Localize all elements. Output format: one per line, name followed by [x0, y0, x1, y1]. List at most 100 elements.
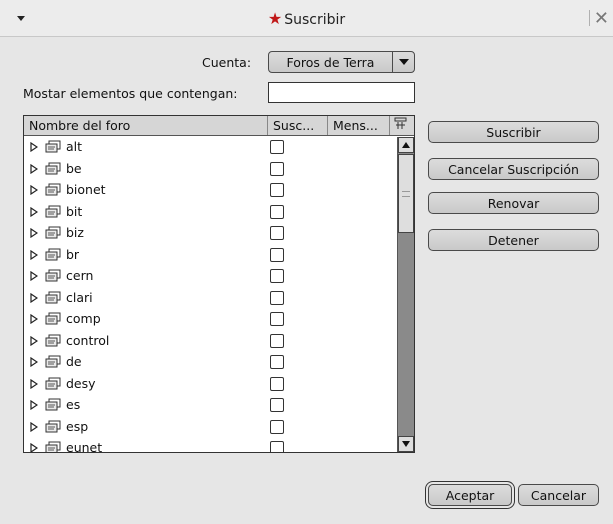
- table-row[interactable]: alt: [24, 137, 396, 159]
- accept-button[interactable]: Aceptar: [428, 484, 512, 506]
- table-row[interactable]: desy: [24, 374, 396, 396]
- triangle-right-icon[interactable]: [30, 292, 38, 303]
- table-row[interactable]: cern: [24, 266, 396, 288]
- triangle-right-icon[interactable]: [30, 142, 38, 152]
- newsgroup-icon: [45, 291, 61, 303]
- column-header-subscribed[interactable]: Susc...: [268, 116, 328, 135]
- subscribe-checkbox[interactable]: [270, 183, 284, 197]
- filter-input[interactable]: [268, 82, 415, 103]
- triangle-right-icon[interactable]: [30, 400, 38, 410]
- forum-name: cern: [66, 268, 94, 283]
- table-row[interactable]: control: [24, 331, 396, 353]
- forum-name: esp: [66, 418, 89, 434]
- newsgroup-icon: [45, 377, 61, 389]
- table-row[interactable]: es: [24, 395, 396, 417]
- subscribe-checkbox[interactable]: [270, 290, 284, 305]
- newsgroup-icon: [45, 226, 61, 239]
- forum-name: de: [66, 354, 82, 369]
- forum-name: es: [66, 397, 81, 412]
- triangle-right-icon[interactable]: [30, 357, 38, 367]
- column-header-messages[interactable]: Mens...: [328, 116, 390, 135]
- column-header-name[interactable]: Nombre del foro: [24, 116, 268, 135]
- resize-handle-icon[interactable]: [589, 10, 591, 26]
- title-bar: ★ Suscribir ✕: [0, 0, 613, 37]
- window-title: Suscribir: [284, 12, 346, 28]
- subscribe-checkbox[interactable]: [270, 226, 284, 240]
- newsgroup-icon: [45, 334, 61, 346]
- subscribe-checkbox[interactable]: [270, 140, 284, 154]
- forum-name: bit: [66, 203, 83, 219]
- table-row[interactable]: be: [24, 159, 396, 181]
- filter-label: Mostar elementos que contengan:: [23, 86, 238, 101]
- vertical-scrollbar[interactable]: [397, 137, 414, 452]
- close-icon[interactable]: ✕: [594, 8, 609, 29]
- subscribe-checkbox[interactable]: [270, 419, 284, 434]
- account-select-value: Foros de Terra: [286, 54, 375, 70]
- triangle-right-icon[interactable]: [30, 228, 38, 238]
- subscribe-checkbox[interactable]: [270, 333, 284, 348]
- newsgroup-icon: [45, 248, 61, 260]
- subscribe-button[interactable]: Suscribir: [428, 121, 599, 143]
- subscribe-checkbox[interactable]: [270, 161, 284, 176]
- refresh-button[interactable]: Renovar: [428, 192, 599, 214]
- table-row[interactable]: clari: [24, 288, 396, 310]
- account-label: Cuenta:: [202, 55, 252, 70]
- triangle-right-icon[interactable]: [30, 335, 38, 346]
- cancel-subscription-button[interactable]: Cancelar Suscripción: [428, 158, 599, 180]
- triangle-right-icon[interactable]: [30, 206, 38, 217]
- account-select[interactable]: Foros de Terra: [268, 51, 415, 73]
- triangle-right-icon[interactable]: [30, 314, 38, 324]
- table-row[interactable]: de: [24, 352, 396, 374]
- window-title-group: ★ Suscribir: [0, 9, 613, 28]
- triangle-right-icon[interactable]: [30, 378, 38, 389]
- forum-name: br: [66, 246, 80, 262]
- triangle-right-icon[interactable]: [30, 163, 38, 174]
- subscribe-checkbox[interactable]: [270, 376, 284, 391]
- newsgroup-icon: [45, 441, 61, 452]
- forum-name: desy: [66, 375, 96, 391]
- subscribe-checkbox[interactable]: [270, 269, 284, 283]
- table-row[interactable]: eunet: [24, 438, 396, 452]
- subscribe-checkbox[interactable]: [270, 441, 284, 452]
- subscribe-checkbox[interactable]: [270, 312, 284, 326]
- table-header: Nombre del foro Susc... Mens...: [24, 116, 414, 136]
- forum-name: clari: [66, 289, 93, 305]
- newsgroup-icon: [45, 183, 61, 196]
- newsgroup-icon: [45, 398, 61, 411]
- triangle-right-icon[interactable]: [30, 443, 38, 452]
- scroll-up-icon[interactable]: [398, 137, 414, 153]
- triangle-right-icon[interactable]: [30, 185, 38, 195]
- subscribe-checkbox[interactable]: [270, 204, 284, 219]
- column-picker-icon[interactable]: [390, 116, 414, 135]
- table-body: alt be bionet bit biz br cern clari comp control d…: [24, 137, 396, 452]
- newsgroup-icon: [45, 355, 61, 368]
- newsgroup-table: Nombre del foro Susc... Mens... alt be bio…: [23, 115, 415, 453]
- subscribe-checkbox[interactable]: [270, 398, 284, 412]
- chevron-down-icon[interactable]: [392, 52, 414, 72]
- forum-name: bionet: [66, 182, 106, 197]
- triangle-right-icon[interactable]: [30, 249, 38, 260]
- forum-name: biz: [66, 225, 84, 240]
- table-row[interactable]: biz: [24, 223, 396, 245]
- forum-name: eunet: [66, 440, 103, 452]
- triangle-right-icon[interactable]: [30, 271, 38, 281]
- newsgroup-icon: [45, 162, 61, 174]
- table-row[interactable]: esp: [24, 417, 396, 439]
- forum-name: be: [66, 160, 82, 176]
- scrollbar-thumb[interactable]: [398, 154, 414, 233]
- table-row[interactable]: comp: [24, 309, 396, 331]
- scroll-down-icon[interactable]: [398, 436, 414, 452]
- newsgroup-icon: [45, 205, 61, 217]
- cancel-button[interactable]: Cancelar: [518, 484, 599, 506]
- subscribe-checkbox[interactable]: [270, 247, 284, 262]
- newsgroup-icon: [45, 312, 61, 325]
- table-row[interactable]: br: [24, 245, 396, 267]
- table-row[interactable]: bit: [24, 202, 396, 224]
- table-row[interactable]: bionet: [24, 180, 396, 202]
- newsgroup-icon: [45, 140, 61, 153]
- triangle-right-icon[interactable]: [30, 421, 38, 432]
- stop-button[interactable]: Detener: [428, 229, 599, 251]
- star-icon: ★: [267, 9, 283, 28]
- subscribe-checkbox[interactable]: [270, 355, 284, 369]
- forum-name: control: [66, 332, 110, 348]
